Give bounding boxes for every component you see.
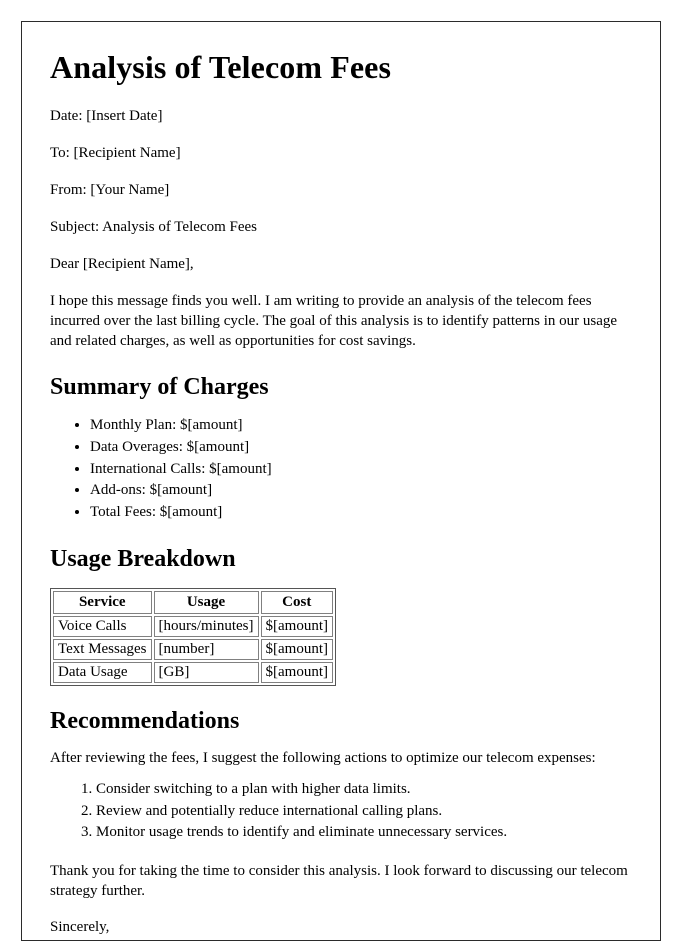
list-item: Monitor usage trends to identify and eli… — [96, 822, 632, 844]
table-body: Voice Calls [hours/minutes] $[amount] Te… — [53, 615, 333, 683]
cell-usage: [hours/minutes] — [153, 615, 259, 637]
signoff: Sincerely, — [50, 918, 110, 935]
recommendations-list: Consider switching to a plan with higher… — [50, 779, 632, 844]
table-row: Text Messages [number] $[amount] — [53, 638, 333, 660]
cell-service: Data Usage — [53, 661, 152, 683]
list-item: Add-ons: $[amount] — [90, 480, 632, 502]
summary-heading: Summary of Charges — [50, 373, 269, 400]
recommendations-lead-in: After reviewing the fees, I suggest the … — [50, 750, 596, 767]
list-item: Total Fees: $[amount] — [90, 502, 632, 524]
document-page: Analysis of Telecom Fees Date: [Insert D… — [21, 21, 661, 941]
recommendations-heading: Recommendations — [50, 707, 240, 734]
usage-breakdown-table: Service Usage Cost Voice Calls [hours/mi… — [50, 587, 336, 686]
list-item: Review and potentially reduce internatio… — [96, 801, 632, 823]
table-head: Service Usage Cost — [53, 590, 333, 614]
table-row: Data Usage [GB] $[amount] — [53, 661, 333, 683]
cell-service: Text Messages — [53, 638, 152, 660]
header-line-from: From: [Your Name] — [50, 182, 170, 199]
column-header-service: Service — [53, 590, 152, 614]
header-line-subject: Subject: Analysis of Telecom Fees — [50, 219, 257, 236]
cell-cost: $[amount] — [260, 661, 333, 683]
salutation: Dear [Recipient Name], — [50, 256, 194, 273]
document-body: Analysis of Telecom Fees Date: [Insert D… — [22, 22, 660, 938]
usage-heading: Usage Breakdown — [50, 545, 236, 572]
list-item: Data Overages: $[amount] — [90, 437, 632, 459]
column-header-usage: Usage — [153, 590, 259, 614]
page-title: Analysis of Telecom Fees — [50, 49, 392, 85]
list-item: International Calls: $[amount] — [90, 459, 632, 481]
header-line-date: Date: [Insert Date] — [50, 108, 163, 125]
header-line-to: To: [Recipient Name] — [50, 145, 181, 162]
list-item: Monthly Plan: $[amount] — [90, 415, 632, 437]
cell-usage: [GB] — [153, 661, 259, 683]
summary-charges-list: Monthly Plan: $[amount] Data Overages: $… — [50, 415, 632, 524]
table-header-row: Service Usage Cost — [53, 590, 333, 614]
cell-cost: $[amount] — [260, 638, 333, 660]
cell-service: Voice Calls — [53, 615, 152, 637]
column-header-cost: Cost — [260, 590, 333, 614]
table-row: Voice Calls [hours/minutes] $[amount] — [53, 615, 333, 637]
intro-paragraph: I hope this message finds you well. I am… — [50, 293, 618, 349]
cell-usage: [number] — [153, 638, 259, 660]
list-item: Consider switching to a plan with higher… — [96, 779, 632, 801]
cell-cost: $[amount] — [260, 615, 333, 637]
closing-paragraph: Thank you for taking the time to conside… — [50, 863, 628, 899]
